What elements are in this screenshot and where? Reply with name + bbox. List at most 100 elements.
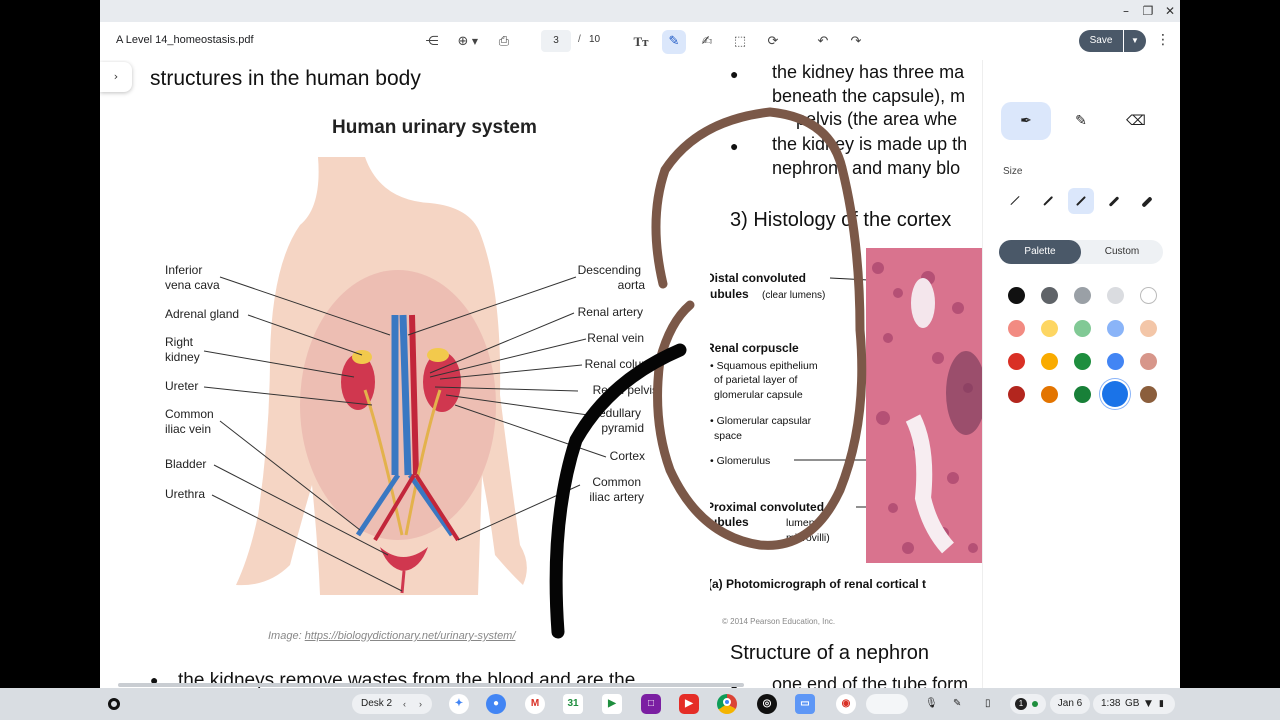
right-line-4: the kidney is made up th [772,134,968,154]
date-pill[interactable]: Jan 6 [1050,694,1090,714]
save-button[interactable]: Save [1079,30,1123,52]
color-swatch[interactable] [1040,352,1058,370]
launcher-icon[interactable] [108,698,120,710]
color-swatch[interactable] [1139,286,1157,304]
document-page[interactable]: › structures in the human body Human uri… [100,60,982,688]
horizontal-scrollbar[interactable] [118,683,744,687]
size-option-3[interactable] [1068,188,1094,214]
color-swatch[interactable] [1007,286,1025,304]
color-swatch[interactable] [1106,286,1124,304]
screen: – ❐ ✕ A Level 14_homeostasis.pdf ⋲ ⊕ ▼ ⎙… [0,0,1280,720]
draw-icon[interactable]: ✎ [662,30,686,54]
color-swatch[interactable] [1007,385,1025,403]
color-swatch[interactable] [1040,319,1058,337]
section-heading: structures in the human body [150,67,421,90]
rotate-icon[interactable]: ⟳ [761,30,785,54]
adrenal-gland-left [427,348,449,362]
redo-icon[interactable]: ↷ [844,30,868,54]
select-area-icon[interactable]: ⬚ [728,30,752,54]
histology-heading: 3) Histology of the cortex [730,209,952,231]
signature-icon[interactable]: ✍ [695,30,719,54]
color-swatch[interactable] [1139,385,1157,403]
undo-icon[interactable]: ↶ [811,30,835,54]
size-label: Size [1003,166,1023,177]
palette-tab[interactable]: Palette [999,240,1081,264]
youtube-icon[interactable]: ▶ [679,694,699,714]
color-swatch[interactable] [1102,381,1128,407]
color-swatch[interactable] [1007,352,1025,370]
color-swatch[interactable] [1007,319,1025,337]
highlighter-icon[interactable]: ✎ [1056,102,1106,140]
size-option-1[interactable] [1002,188,1028,214]
print-icon[interactable]: ⎙ [492,30,516,54]
image-credit: Image: https://biologydictionary.net/uri… [268,630,515,642]
screenshot-thumbnail[interactable] [866,694,908,714]
text-annotation-icon[interactable]: Tт [629,30,653,54]
folder-icon[interactable]: ▭ [795,694,815,714]
chevron-right-icon[interactable]: › [419,694,422,714]
stylus-icon[interactable]: ✎ [953,698,961,709]
pen-settings-panel: ✒ ✎ ⌫ Size Palette Custom [982,60,1180,688]
battery-icon: ▮ [1159,699,1164,709]
save-options-icon[interactable]: ▼ [1124,30,1146,52]
urethra [400,570,406,594]
maximize-icon[interactable]: ❐ [1140,3,1156,19]
microphone-icon[interactable]: 🎙 [925,698,938,709]
color-swatch[interactable] [1106,319,1124,337]
chevron-left-icon[interactable]: ‹ [403,694,406,714]
color-swatch[interactable] [1040,286,1058,304]
thumbnails-toggle-icon[interactable]: › [100,62,132,92]
share-icon[interactable]: ⋲ [420,30,444,54]
label-cortex: Cortex [610,449,645,463]
color-swatch[interactable] [1073,385,1091,403]
color-swatch[interactable] [1040,385,1058,403]
files-app-icon[interactable]: □ [641,694,661,714]
right-line-2: beneath the capsule), m [772,86,966,106]
page-separator: / [578,34,581,45]
color-swatch[interactable] [1106,352,1124,370]
bullet-dot: ● [730,138,739,154]
right-line-1: the kidney has three ma [772,62,965,82]
diagram-left-labels: Inferior vena cava Adrenal gland Right k… [165,263,239,501]
zoom-dropdown-icon[interactable]: ▼ [469,30,481,54]
cast-icon[interactable]: ◎ [757,694,777,714]
renal-cortex-photomicrograph [866,248,982,563]
aorta [409,314,419,476]
notification-pill[interactable]: 1 [1010,694,1046,714]
system-shelf: Desk 2 ‹ › ✦ ● M 31 ▶ □ ▶ ◎ ▭ ◉ 🎙 ✎ ▯ 1 … [0,688,1280,720]
desk-label: Desk 2 [361,698,393,709]
pen-icon[interactable]: ✒ [1001,102,1051,140]
color-swatch[interactable] [1073,319,1091,337]
page-number-input[interactable]: 3 [541,30,571,52]
close-icon[interactable]: ✕ [1162,3,1178,19]
more-options-icon[interactable]: ⋮ [1156,32,1170,48]
color-swatch[interactable] [1139,319,1157,337]
record-icon[interactable]: ◉ [836,694,856,714]
color-swatch[interactable] [1139,352,1157,370]
meet-icon[interactable]: ▶ [602,694,622,714]
label-aorta: aorta [618,278,646,292]
status-area[interactable]: 1:38 GB ▼ ▮ [1093,694,1175,714]
color-swatch[interactable] [1073,286,1091,304]
notification-count: 1 [1015,698,1027,710]
gmail-icon[interactable]: M [525,694,545,714]
color-swatch[interactable] [1073,352,1091,370]
eraser-icon[interactable]: ⌫ [1111,102,1161,140]
desk-switcher[interactable]: Desk 2 ‹ › [352,694,432,714]
label-iliac-vein: iliac vein [165,422,211,436]
minimize-icon[interactable]: – [1118,3,1134,19]
size-option-5[interactable] [1134,188,1160,214]
custom-tab[interactable]: Custom [1081,240,1163,264]
contacts-icon[interactable]: ● [486,694,506,714]
right-line-3: pelvis (the area whe [796,109,958,129]
right-line-5: nephrons and many blo [772,158,961,178]
calendar-icon[interactable]: 31 [563,694,583,714]
pdf-viewer-window: – ❐ ✕ A Level 14_homeostasis.pdf ⋲ ⊕ ▼ ⎙… [100,0,1180,688]
phone-icon[interactable]: ▯ [985,698,991,709]
size-option-2[interactable] [1035,188,1061,214]
image-credit-link[interactable]: https://biologydictionary.net/urinary-sy… [305,630,516,642]
chrome-icon[interactable] [717,694,737,714]
label-iliac-artery: iliac artery [589,490,644,504]
gemini-icon[interactable]: ✦ [449,694,469,714]
size-option-4[interactable] [1101,188,1127,214]
